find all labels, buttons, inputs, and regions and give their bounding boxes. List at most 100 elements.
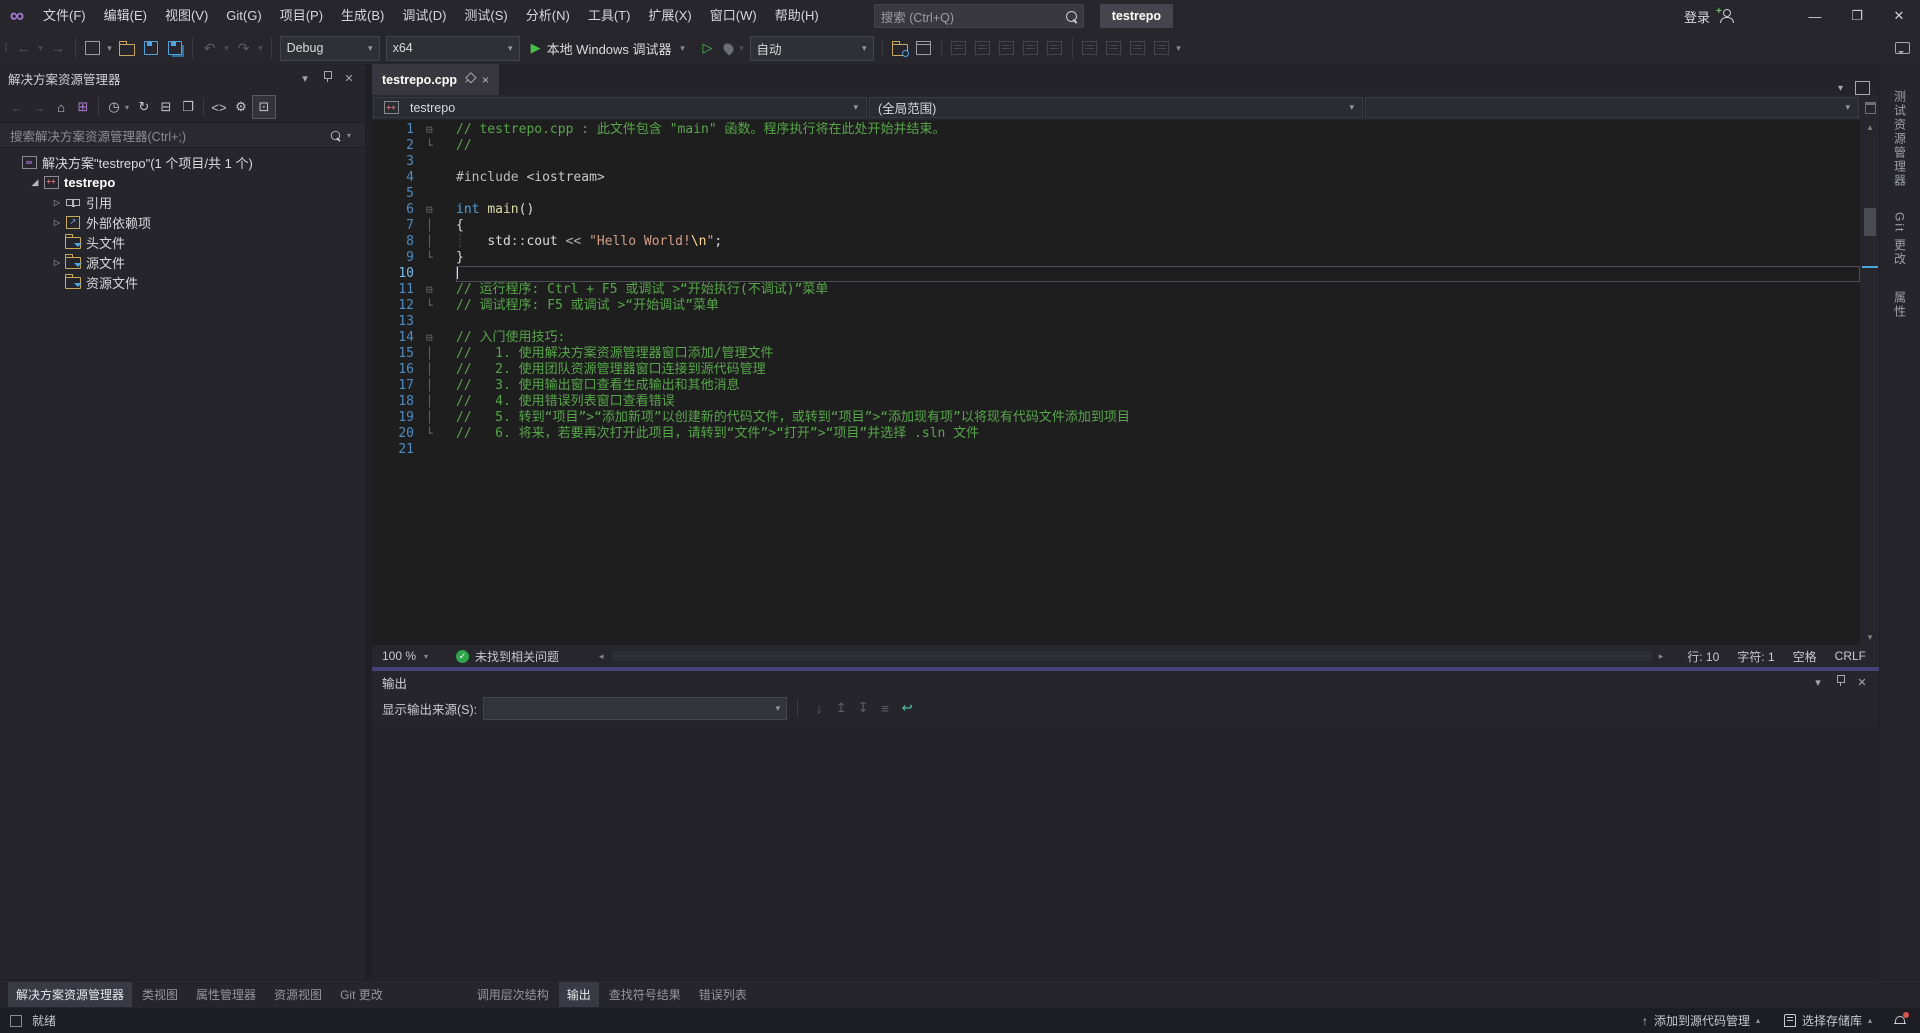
code-line[interactable]: 14⊟// 入门使用技巧: — [372, 330, 1860, 346]
editor-horizontal-scrollbar[interactable] — [612, 651, 1651, 661]
scroll-up-icon[interactable]: ▴ — [1860, 122, 1880, 133]
tree-expander-icon[interactable]: ▷ — [50, 218, 64, 227]
menu-item[interactable]: 文件(F) — [34, 0, 95, 32]
send-feedback-icon[interactable] — [1895, 42, 1910, 54]
tree-item[interactable]: ▷引用 — [0, 192, 365, 212]
autohide-tab[interactable]: 属性 — [1892, 287, 1909, 323]
code-line[interactable]: 13 — [372, 314, 1860, 330]
code-line[interactable]: 2└// — [372, 138, 1860, 154]
autohide-tab[interactable]: Git 更改 — [1892, 208, 1909, 271]
cursor-column-indicator[interactable]: 字符: 1 — [1737, 648, 1774, 665]
hot-reload-icon[interactable] — [721, 41, 735, 55]
minimize-button[interactable]: — — [1794, 0, 1836, 32]
tree-item[interactable]: ◢++testrepo — [0, 172, 365, 192]
scope-dropdown[interactable]: (全局范围) ▾ — [869, 97, 1363, 118]
tree-item[interactable]: 头文件 — [0, 232, 365, 252]
redo-icon[interactable]: ↷ — [232, 36, 256, 60]
tool-window-tab[interactable]: 属性管理器 — [188, 982, 264, 1007]
back-icon[interactable]: ← — [6, 96, 28, 118]
outlining-margin[interactable]: ⊟ — [414, 202, 456, 218]
member-dropdown[interactable]: ▾ — [1365, 97, 1859, 118]
close-tab-icon[interactable]: × — [482, 73, 489, 87]
tree-item[interactable]: 资源文件 — [0, 272, 365, 292]
auto-dropdown[interactable]: 自动 ▾ — [750, 36, 874, 61]
notifications-bell-icon[interactable] — [1894, 1015, 1906, 1027]
pin-icon[interactable] — [465, 72, 474, 88]
pending-changes-filter-icon[interactable]: ◷ — [103, 96, 125, 118]
sign-in-button[interactable]: 登录 — [1684, 7, 1710, 26]
collapse-all-icon[interactable]: ⊟ — [155, 96, 177, 118]
window-menu-icon[interactable]: ▾ — [1810, 676, 1826, 689]
zoom-dropdown[interactable]: 100 % ▾ — [372, 645, 442, 667]
code-line[interactable]: 10 — [372, 266, 1860, 282]
undo-icon[interactable]: ↶ — [198, 36, 222, 60]
scroll-left-icon[interactable]: ◂ — [593, 651, 610, 662]
paste-icon[interactable] — [995, 36, 1019, 60]
toolbar-overflow-icon[interactable]: ▾ — [1174, 43, 1184, 54]
new-project-caret-icon[interactable]: ▾ — [105, 43, 115, 54]
pin-icon[interactable] — [319, 70, 335, 86]
menu-item[interactable]: Git(G) — [217, 0, 270, 32]
code-line[interactable]: 5 — [372, 186, 1860, 202]
next-bookmark-icon[interactable] — [1126, 36, 1150, 60]
code-line[interactable]: 18│// 4. 使用错误列表窗口查看错误 — [372, 394, 1860, 410]
menu-item[interactable]: 帮助(H) — [766, 0, 828, 32]
forward-icon[interactable]: → — [28, 96, 50, 118]
code-line[interactable]: 8│┊ std::cout << "Hello World!\n"; — [372, 234, 1860, 250]
tree-item[interactable]: ▷源文件 — [0, 252, 365, 272]
save-icon[interactable] — [139, 36, 163, 60]
increase-indent-icon[interactable] — [1043, 36, 1067, 60]
start-debugging-button[interactable]: ▶ 本地 Windows 调试器 ▾ — [523, 39, 696, 58]
previous-message-icon[interactable]: ↥ — [830, 697, 852, 719]
code-line[interactable]: 15│// 1. 使用解决方案资源管理器窗口添加/管理文件 — [372, 346, 1860, 362]
tool-window-tab[interactable]: 解决方案资源管理器 — [8, 982, 132, 1007]
home-icon[interactable]: ⌂ — [50, 96, 72, 118]
menu-item[interactable]: 测试(S) — [455, 0, 516, 32]
locate-message-icon[interactable]: ↓ — [808, 697, 830, 719]
platform-dropdown[interactable]: x64 ▾ — [386, 36, 520, 61]
properties-icon[interactable]: ⚙ — [230, 96, 252, 118]
health-status[interactable]: 未找到相关问题 — [475, 648, 559, 665]
add-to-source-control-button[interactable]: ↑ 添加到源代码管理 ▴ — [1632, 1008, 1770, 1033]
tool-window-tab[interactable]: 类视图 — [134, 982, 186, 1007]
hot-reload-caret-icon[interactable]: ▾ — [737, 43, 747, 54]
toolbar-grip[interactable]: ⁞⁞ — [4, 43, 6, 54]
scrollbar-thumb[interactable] — [1864, 208, 1876, 236]
open-file-icon[interactable] — [115, 36, 139, 60]
tree-item[interactable]: ▷↗外部依赖项 — [0, 212, 365, 232]
tool-window-tab[interactable]: 调用层次结构 — [469, 982, 557, 1007]
clear-all-icon[interactable]: ≡ — [874, 697, 896, 719]
save-all-icon[interactable] — [163, 36, 187, 60]
background-tasks-icon[interactable] — [10, 1015, 22, 1027]
autohide-tab[interactable]: 测试资源管理器 — [1892, 86, 1909, 192]
code-line[interactable]: 9└} — [372, 250, 1860, 266]
menu-item[interactable]: 工具(T) — [579, 0, 640, 32]
menu-item[interactable]: 扩展(X) — [639, 0, 700, 32]
menu-item[interactable]: 窗口(W) — [701, 0, 766, 32]
editor-vertical-scrollbar[interactable]: ▴ ▾ — [1860, 120, 1880, 645]
switch-views-icon[interactable]: ⊞ — [72, 96, 94, 118]
close-button[interactable]: ✕ — [1878, 0, 1920, 32]
code-line[interactable]: 19│// 5. 转到“项目”>“添加新项”以创建新的代码文件，或转到“项目”>… — [372, 410, 1860, 426]
health-check-icon[interactable]: ✓ — [456, 650, 469, 663]
solution-explorer-search-box[interactable]: 搜索解决方案资源管理器(Ctrl+;) ▾ — [0, 123, 365, 148]
menu-item[interactable]: 分析(N) — [517, 0, 579, 32]
select-repository-button[interactable]: 选择存储库 ▴ — [1774, 1008, 1882, 1033]
select-tool-icon[interactable] — [971, 36, 995, 60]
close-panel-icon[interactable]: ✕ — [1854, 676, 1870, 689]
decrease-indent-icon[interactable] — [1019, 36, 1043, 60]
toggle-bookmark-icon[interactable] — [1078, 36, 1102, 60]
menu-item[interactable]: 调试(D) — [393, 0, 455, 32]
tool-window-tab[interactable]: 查找符号结果 — [601, 982, 689, 1007]
find-in-files-icon[interactable] — [888, 36, 912, 60]
preview-icon[interactable]: ❐ — [177, 96, 199, 118]
navigate-forward-icon[interactable]: → — [46, 36, 70, 60]
refresh-icon[interactable]: ↻ — [133, 96, 155, 118]
document-tab[interactable]: testrepo.cpp × — [372, 64, 499, 95]
pin-icon[interactable] — [1832, 674, 1848, 690]
code-line[interactable]: 7│{ — [372, 218, 1860, 234]
code-line[interactable]: 17│// 3. 使用输出窗口查看生成输出和其他消息 — [372, 378, 1860, 394]
tree-item[interactable]: ∞解决方案"testrepo"(1 个项目/共 1 个) — [0, 152, 365, 172]
code-line[interactable]: 6⊟int main() — [372, 202, 1860, 218]
outlining-margin[interactable]: ⊟ — [414, 330, 456, 346]
